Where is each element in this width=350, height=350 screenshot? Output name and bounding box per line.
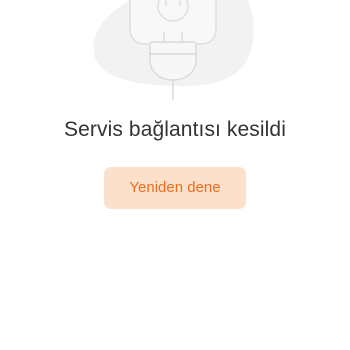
unplugged-power-plug-icon	[93, 0, 254, 100]
connection-error-message: Servis bağlantısı kesildi	[64, 118, 286, 141]
error-screen: Servis bağlantısı kesildi Yeniden dene	[0, 0, 350, 350]
retry-button[interactable]: Yeniden dene	[104, 167, 246, 209]
